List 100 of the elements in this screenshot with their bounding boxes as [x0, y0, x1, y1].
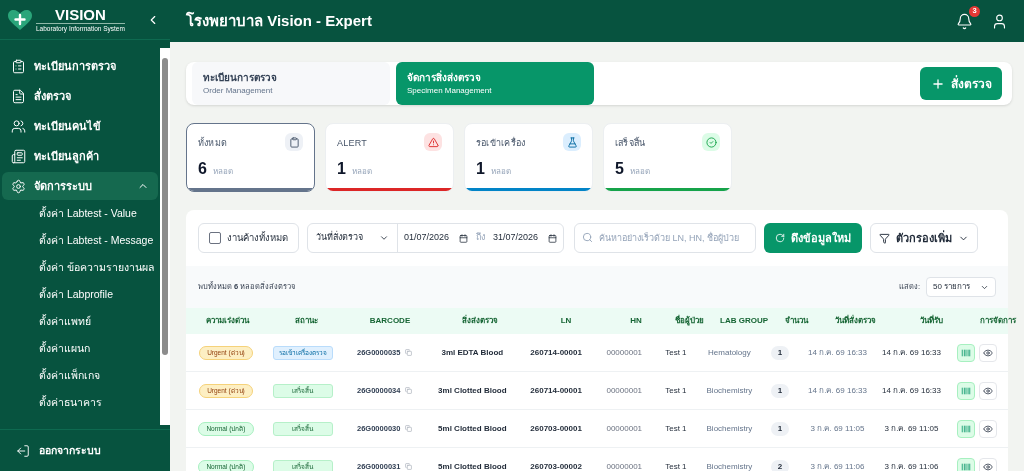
tab[interactable]: จัดการสิ่งส่งตรวจ Specimen Management [396, 62, 594, 105]
patient-name-cell-text: Test 1 [664, 346, 688, 359]
more-filters-button[interactable]: ตัวกรองเพิ่ม [870, 223, 979, 253]
hn-cell-text: 00000001 [605, 422, 644, 435]
eye-icon [982, 461, 993, 471]
date-separator: ถึง [475, 231, 487, 245]
column-header: ความเร่งด่วน [204, 315, 250, 327]
heart-plus-logo-icon [8, 9, 32, 30]
sidebar-item[interactable]: ทะเบียนลูกค้า [2, 142, 158, 170]
stat-value: 1 [476, 159, 485, 179]
patient-name-cell-text: Test 1 [664, 422, 688, 435]
column-header: สิ่งส่งตรวจ [461, 315, 499, 327]
view-button[interactable] [978, 419, 997, 438]
column-header: BARCODE [368, 315, 412, 327]
count-badge: 2 [771, 459, 790, 471]
submenu-item[interactable]: ตั้งค่า ข้อความรายงานผล [2, 254, 158, 281]
submenu-item[interactable]: ตั้งค่า Labtest - Value [2, 200, 158, 227]
submenu-item[interactable]: ตั้งค่าแพ็กเกจ [2, 362, 158, 389]
tab[interactable]: ทะเบียนการตรวจ Order Management [192, 62, 390, 105]
eye-icon [982, 347, 993, 358]
stat-card[interactable]: ทั้งหมด 6 หลอด [186, 123, 315, 192]
stat-card[interactable]: รอเข้าเครื่อง 1 หลอด [464, 123, 593, 192]
sidebar-item[interactable]: จัดการระบบ [2, 172, 158, 200]
count-badge: 1 [771, 383, 790, 398]
stat-value: 6 [198, 159, 207, 179]
submenu-item[interactable]: ตั้งค่าแผนก [2, 335, 158, 362]
copy-icon[interactable] [405, 349, 413, 356]
stat-value: 1 [337, 159, 346, 179]
submenu-item[interactable]: ตั้งค่าธนาคาร [2, 389, 158, 416]
refresh-icon [775, 233, 786, 243]
submenu-item[interactable]: ตั้งค่าแพทย์ [2, 308, 158, 335]
sidebar-item[interactable]: ทะเบียนการตรวจ [2, 52, 158, 80]
clipboard-icon [285, 133, 303, 151]
view-button[interactable] [978, 343, 997, 362]
column-header: HN [629, 315, 643, 327]
notifications-button[interactable] [956, 12, 973, 30]
barcode-icon [960, 385, 971, 396]
ln-cell-text: 260714-00001 [529, 384, 583, 397]
specimen-cell-text: 5ml Clotted Blood [437, 460, 508, 471]
flask-icon [563, 133, 581, 151]
print-barcode-button[interactable] [956, 343, 975, 362]
sidebar-item[interactable]: ทะเบียนคนไข้ [2, 112, 158, 140]
chevron-down-icon [379, 233, 389, 243]
order-date-cell-text: 14 ก.ค. 69 16:33 [807, 384, 868, 397]
hn-cell-text: 00000001 [605, 384, 644, 397]
patient-name-cell-text: Test 1 [664, 460, 688, 471]
date-from-field[interactable]: 01/07/2026 [398, 224, 475, 252]
bell-icon [956, 12, 973, 30]
scrollbar[interactable] [160, 48, 170, 425]
check-circle-icon [702, 133, 720, 151]
submenu-item[interactable]: ตั้งค่า Labtest - Message [2, 227, 158, 254]
received-date-cell-text: 3 ก.ค. 69 11:05 [883, 422, 940, 435]
copy-icon[interactable] [405, 463, 413, 470]
copy-icon[interactable] [405, 425, 413, 432]
stat-card[interactable]: เสร็จสิ้น 5 หลอด [603, 123, 732, 192]
logout-button[interactable]: ออกจากระบบ [16, 442, 101, 459]
barcode-icon [960, 461, 971, 471]
copy-icon[interactable] [405, 387, 413, 394]
ln-cell-text: 260714-00001 [529, 346, 583, 359]
user-icon [991, 12, 1008, 30]
lab-group-cell-text: Biochemistry [705, 422, 754, 435]
column-header: วันที่รับ [918, 315, 944, 327]
user-account-button[interactable] [991, 12, 1008, 30]
date-type-select[interactable]: วันที่สั่งตรวจ [308, 224, 398, 252]
stat-card[interactable]: ALERT 1 หลอด [325, 123, 454, 192]
page-size-select[interactable]: 50 รายการ [926, 277, 996, 297]
refresh-button[interactable]: ดึงข้อมูลใหม่ [764, 223, 863, 253]
received-date-cell-text: 14 ก.ค. 69 16:33 [881, 384, 942, 397]
print-barcode-button[interactable] [956, 381, 975, 400]
specimen-cell-text: 3ml Clotted Blood [437, 384, 508, 397]
view-button[interactable] [978, 381, 997, 400]
search-icon [582, 232, 594, 243]
count-badge: 1 [771, 421, 790, 436]
lab-group-cell-text: Biochemistry [705, 460, 754, 471]
hn-cell-text: 00000001 [605, 460, 644, 471]
calendar-icon [459, 233, 469, 243]
stat-unit: หลอด [629, 166, 650, 178]
calendar-icon [548, 233, 558, 243]
new-order-button[interactable]: สั่งตรวจ [920, 67, 1002, 100]
print-barcode-button[interactable] [956, 457, 975, 471]
submenu-item[interactable]: ตั้งค่า Labprofile [2, 281, 158, 308]
print-barcode-button[interactable] [956, 419, 975, 438]
stat-unit: หลอด [212, 166, 233, 178]
view-button[interactable] [978, 457, 997, 471]
ln-cell-text: 260703-00001 [529, 422, 583, 435]
eye-icon [982, 385, 993, 396]
hn-cell-text: 00000001 [605, 346, 644, 359]
search-field[interactable]: ค้นหาอย่างเร็วด้วย LN, HN, ชื่อผู้ป่วย [574, 223, 757, 253]
logout-icon [16, 443, 30, 458]
lab-group-cell-text: Hematology [707, 346, 752, 359]
newspaper-icon [11, 148, 26, 164]
count-badge: 1 [771, 345, 790, 360]
barcode-icon [960, 347, 971, 358]
date-to-field[interactable]: 31/07/2026 [487, 224, 564, 252]
page-title: โรงพยาบาล Vision - Expert [186, 10, 373, 31]
patient-name-cell-text: Test 1 [664, 384, 688, 397]
ln-cell-text: 260703-00002 [529, 460, 583, 471]
pending-all-checkbox[interactable]: งานค้างทั้งหมด [198, 223, 299, 253]
column-header: สถานะ [293, 315, 319, 327]
sidebar-item[interactable]: สั่งตรวจ [2, 82, 158, 110]
